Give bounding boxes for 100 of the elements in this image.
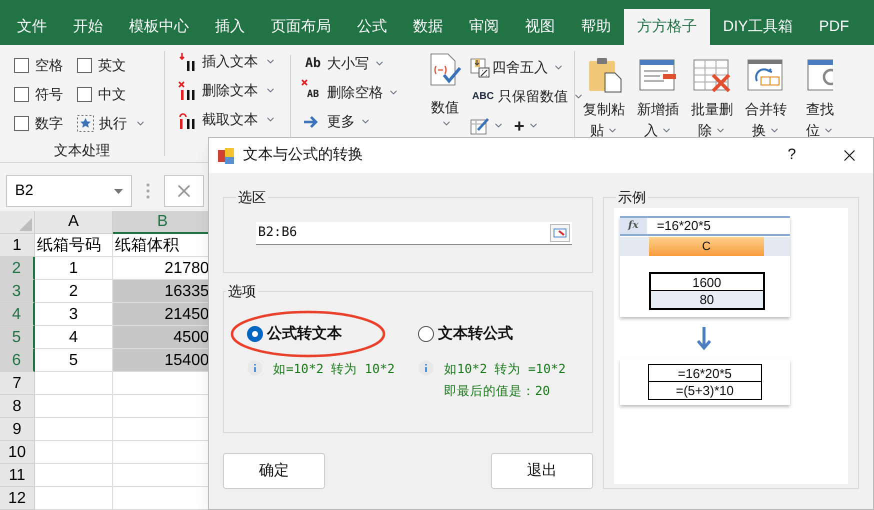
dialog-button[interactable]: 退出 <box>490 453 593 489</box>
row-header[interactable]: 12 <box>0 487 35 510</box>
ribbon-tab[interactable]: 审阅 <box>456 9 512 45</box>
ribbon-tab[interactable]: PDF <box>806 9 862 45</box>
number-tool-button[interactable]: ABC 只保留数值 <box>470 82 584 111</box>
dialog-title: 文本与公式的转换 <box>243 145 363 166</box>
info-icon <box>247 360 263 376</box>
row-header[interactable]: 10 <box>0 441 35 464</box>
example-cell: 80 <box>650 291 763 308</box>
row-header[interactable]: 11 <box>0 464 35 487</box>
option-checkbox[interactable]: 中文 <box>77 80 146 109</box>
ribbon-tab[interactable]: 帮助 <box>568 9 624 45</box>
example-cell-text: =(5+3)*10 <box>674 382 735 399</box>
ribbon-tab[interactable]: 页面布局 <box>258 9 344 45</box>
option-checkbox[interactable]: 符号 <box>14 80 63 109</box>
number-tool-button[interactable]: 四舍五入 <box>470 53 584 82</box>
row-header[interactable]: 5 <box>0 326 35 349</box>
option-checkbox[interactable]: 数字 <box>14 109 63 138</box>
ribbon-tab[interactable]: 开始 <box>60 9 116 45</box>
value-button[interactable]: 数值 <box>428 53 462 162</box>
table-cell: 4 <box>35 326 113 349</box>
dropdown-icon <box>114 188 123 194</box>
table-arrows-icon <box>747 59 785 93</box>
case-tool-button[interactable]: 更多 <box>301 107 422 136</box>
checkbox[interactable] <box>77 58 92 73</box>
ribbon-tab[interactable]: 插入 <box>202 9 258 45</box>
abc-icon: ABC <box>470 89 496 104</box>
text-tool-button[interactable]: 插入文本 <box>178 47 290 76</box>
table-cell: 5 <box>35 349 113 372</box>
hint-text: 如=10*2 转为 10*2 <box>273 360 395 378</box>
arrow-down-icon <box>696 327 711 351</box>
select-all-icon <box>19 218 32 231</box>
table-cell: 1 <box>35 257 113 280</box>
checkbox-label: 中文 <box>98 85 126 104</box>
option-checkbox[interactable]: 空格 <box>14 51 63 80</box>
info-icon <box>418 360 434 376</box>
row-header[interactable]: 2 <box>0 257 35 280</box>
table-cell: 2 <box>35 280 113 303</box>
checkbox[interactable] <box>77 87 92 102</box>
row-header[interactable]: 3 <box>0 280 35 303</box>
checkbox-label: 数字 <box>35 114 63 133</box>
radio-option[interactable]: 文本转公式 <box>418 320 566 348</box>
option-checkbox[interactable]: 英文 <box>77 51 146 80</box>
ribbon-tab[interactable]: 公式 <box>344 9 400 45</box>
group-label: 文本处理 <box>53 141 111 160</box>
add-button[interactable]: + <box>514 116 539 134</box>
checkbox[interactable] <box>14 116 29 131</box>
row-header[interactable]: 9 <box>0 418 35 441</box>
table-pencil-icon <box>470 116 490 134</box>
ribbon-tab[interactable]: 视图 <box>512 9 568 45</box>
checkbox[interactable] <box>14 58 29 73</box>
ribbon-tab[interactable]: 文件 <box>4 9 60 45</box>
case-tool-button[interactable]: Ab 大小写 <box>301 49 422 78</box>
checkbox-label: 符号 <box>35 85 63 104</box>
function-icon: fx <box>620 218 647 234</box>
text-tool-button[interactable]: 截取文本 <box>178 105 290 134</box>
example-cell: =16*20*5 <box>648 365 761 382</box>
group-title: 选项 <box>227 282 257 301</box>
app-icon <box>217 146 235 164</box>
checkbox-label: 空格 <box>35 56 63 75</box>
group-title: 示例 <box>616 188 647 207</box>
row-header[interactable]: 8 <box>0 395 35 418</box>
table-cell: 纸箱号码 <box>35 234 113 257</box>
hint-text: 即最后的值是：20 <box>444 382 552 400</box>
window-search-icon <box>807 59 833 93</box>
row-header[interactable]: 6 <box>0 349 35 372</box>
round-table-icon <box>470 58 490 78</box>
more-dots-icon <box>146 183 150 199</box>
ribbon-tab[interactable]: DIY工具箱 <box>710 9 806 45</box>
text-tool-button[interactable]: 删除文本 <box>178 76 290 105</box>
radio-button[interactable] <box>247 326 263 342</box>
table-edit-button[interactable] <box>470 116 504 134</box>
checkbox-label: 英文 <box>98 56 126 75</box>
row-header[interactable]: 7 <box>0 372 35 395</box>
group-title: 选区 <box>237 188 267 207</box>
row-header[interactable]: 1 <box>0 234 35 257</box>
range-picker-icon <box>550 224 570 242</box>
document-check-icon <box>428 53 462 87</box>
case-tool-button[interactable]: AB 删除空格 <box>301 78 422 107</box>
name-box[interactable]: B2 <box>6 175 132 207</box>
hint-text: 如10*2 转为 =10*2 <box>444 360 566 378</box>
table-cell: 3 <box>35 303 113 326</box>
column-header[interactable]: A <box>35 211 113 234</box>
ribbon-tab[interactable]: 数据 <box>400 9 456 45</box>
ribbon-tab[interactable]: 方方格子 <box>624 9 710 45</box>
radio-button[interactable] <box>418 326 434 342</box>
case-icon: Ab <box>301 54 325 74</box>
range-field[interactable]: B2:B6 <box>256 222 572 245</box>
run-button[interactable]: 执行 <box>77 109 146 138</box>
help-button[interactable]: ? <box>788 144 796 167</box>
table-delete-icon <box>693 59 731 93</box>
formula-text: =16*20*5 <box>656 217 711 236</box>
column-header: C <box>648 237 764 256</box>
radio-option[interactable]: 公式转文本 <box>247 320 404 348</box>
dialog-button[interactable]: 确定 <box>223 453 325 489</box>
checkbox[interactable] <box>14 87 29 102</box>
cancel-button[interactable] <box>164 175 204 207</box>
row-header[interactable]: 4 <box>0 303 35 326</box>
window-icon <box>639 59 677 93</box>
ribbon-tab[interactable]: 模板中心 <box>116 9 202 45</box>
